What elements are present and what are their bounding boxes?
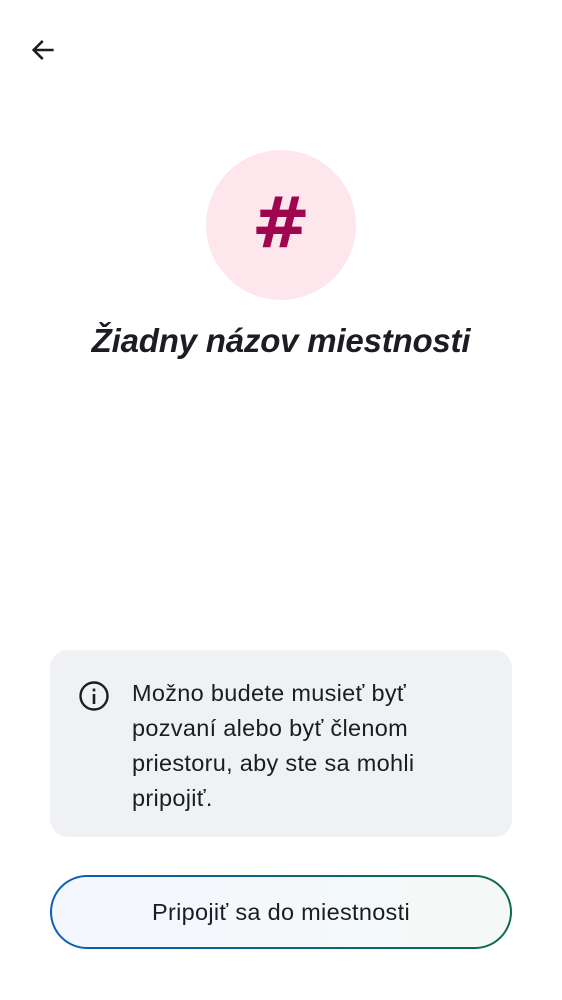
join-room-button[interactable]: Pripojiť sa do miestnosti — [50, 875, 512, 949]
room-avatar-glyph: # — [251, 182, 311, 264]
room-avatar: # — [206, 150, 356, 300]
join-notice-text: Možno budete musieť byť pozvaní alebo by… — [132, 680, 415, 811]
info-icon — [79, 681, 109, 711]
join-room-button-label: Pripojiť sa do miestnosti — [152, 898, 410, 925]
room-title: Žiadny názov miestnosti — [91, 322, 471, 359]
back-button[interactable] — [18, 26, 68, 74]
arrow-left-icon — [31, 40, 54, 60]
room-preview-screen: # Žiadny názov miestnosti Možno budete m… — [0, 0, 562, 1000]
join-notice-card: Možno budete musieť byť pozvaní alebo by… — [50, 650, 512, 837]
